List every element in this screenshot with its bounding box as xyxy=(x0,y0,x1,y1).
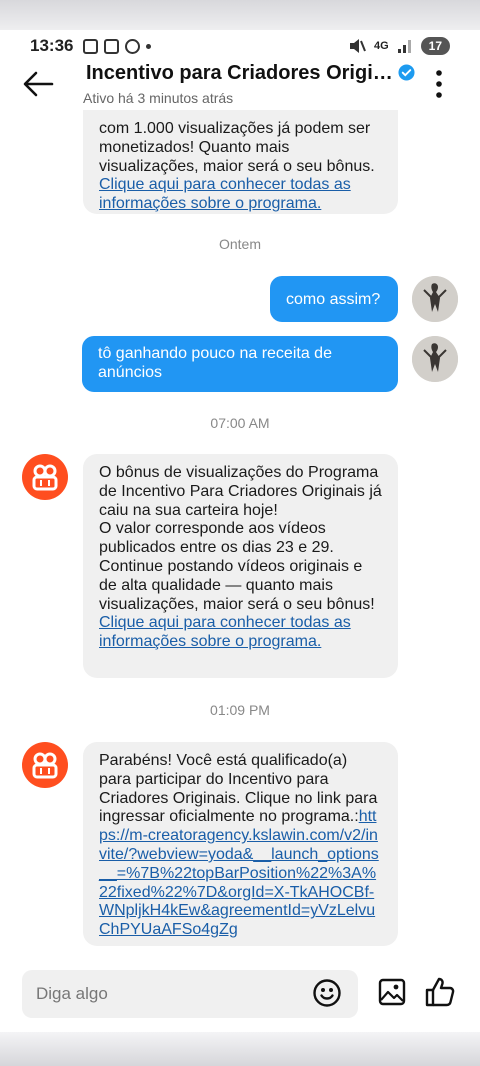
top-blur xyxy=(0,0,480,30)
message-bubble-incoming: O bônus de visualizações do Programa de … xyxy=(83,454,398,678)
whatsapp-icon xyxy=(125,38,141,54)
kwai-logo-icon xyxy=(32,752,58,779)
date-separator: Ontem xyxy=(218,236,261,252)
message-composer xyxy=(0,962,480,1032)
kwai-avatar[interactable] xyxy=(22,454,68,500)
status-bar: 13:36 4G 17 xyxy=(0,30,480,62)
thumbs-up-icon[interactable] xyxy=(424,976,456,1008)
image-icon[interactable] xyxy=(378,978,406,1006)
bottom-blur xyxy=(0,1032,480,1066)
message-input-wrapper xyxy=(22,970,358,1018)
kwai-logo-icon xyxy=(32,464,58,491)
message-bubble-incoming: com 1.000 visualizações já podem ser mon… xyxy=(83,110,398,214)
instagram-icon xyxy=(104,38,120,54)
program-info-link[interactable]: Clique aqui para conhecer todas as infor… xyxy=(99,614,382,652)
verified-badge-icon xyxy=(398,64,415,81)
message-text: O bônus de visualizações do Programa de … xyxy=(99,464,382,613)
chat-title[interactable]: Incentivo para Criadores Origin... xyxy=(86,62,396,85)
message-bubble-outgoing: como assim? xyxy=(270,276,398,322)
message-text: com 1.000 visualizações já podem ser mon… xyxy=(99,120,375,175)
signal-icon xyxy=(397,40,411,53)
battery-level: 17 xyxy=(428,39,442,53)
status-time: 13:36 xyxy=(30,36,74,55)
message-text: Parabéns! Você está qualificado(a) para … xyxy=(99,752,378,826)
network-type: 4G xyxy=(373,40,389,52)
battery-indicator: 17 xyxy=(420,37,450,55)
notification-icons xyxy=(83,38,152,54)
avatar[interactable] xyxy=(412,276,458,322)
message-bubble-incoming: Parabéns! Você está qualificado(a) para … xyxy=(83,742,398,946)
message-input[interactable] xyxy=(22,970,292,1018)
message-text: tô ganhando pouco na receita de anúncios xyxy=(98,345,332,381)
more-notifications-dot-icon xyxy=(146,43,152,49)
message-text: como assim? xyxy=(286,291,381,308)
chat-subtitle: Ativo há 3 minutos atrás xyxy=(83,90,234,106)
more-vertical-icon[interactable] xyxy=(432,68,446,100)
time-separator: 07:00 AM xyxy=(210,415,270,431)
kwai-avatar[interactable] xyxy=(22,742,68,788)
message-bubble-outgoing: tô ganhando pouco na receita de anúncios xyxy=(82,336,398,392)
message-list[interactable]: com 1.000 visualizações já podem ser mon… xyxy=(0,110,480,960)
emoji-icon[interactable] xyxy=(312,978,342,1008)
user-photo-icon xyxy=(412,276,458,322)
invite-link[interactable]: https://m-creatoragency.kslawin.com/v2/i… xyxy=(99,808,379,938)
arrow-left-icon[interactable] xyxy=(22,70,54,98)
gallery-icon xyxy=(83,38,99,54)
program-info-link[interactable]: Clique aqui para conhecer todas as infor… xyxy=(99,176,382,214)
user-photo-icon xyxy=(412,336,458,382)
mute-icon xyxy=(349,39,366,53)
time-separator: 01:09 PM xyxy=(210,702,270,718)
chat-header: Incentivo para Criadores Origin... Ativo… xyxy=(0,62,480,110)
avatar[interactable] xyxy=(412,336,458,382)
